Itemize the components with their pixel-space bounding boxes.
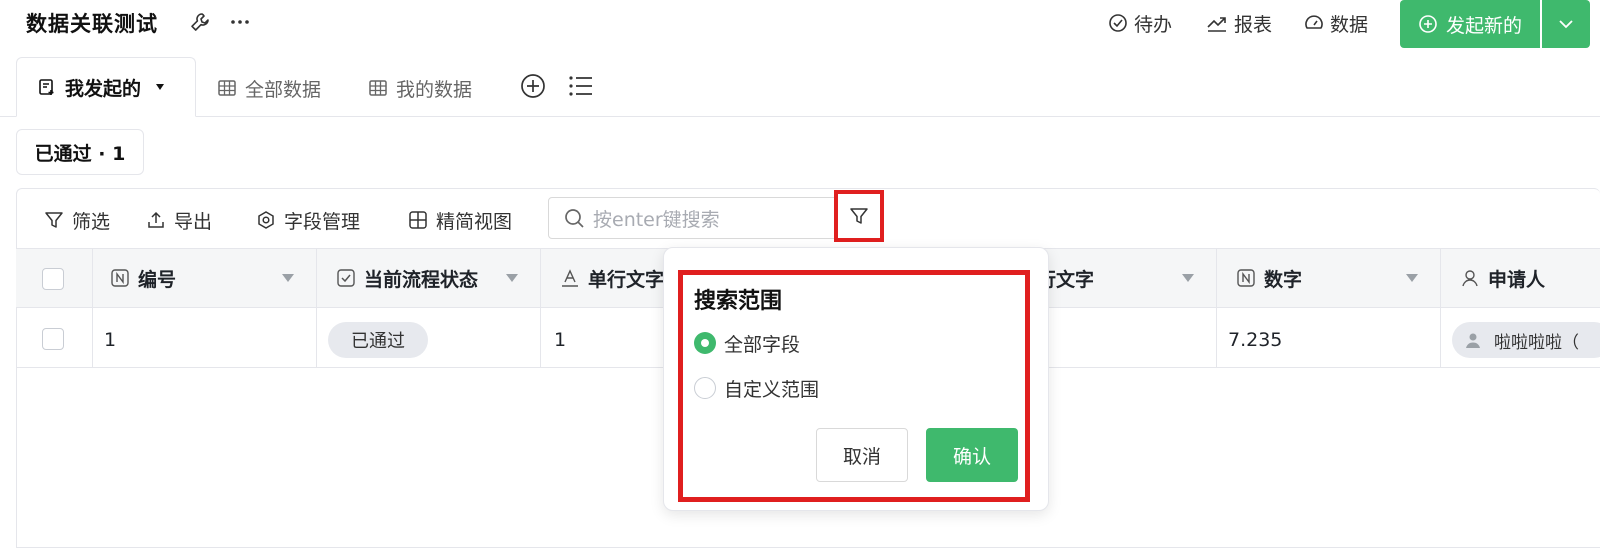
text-icon bbox=[560, 268, 580, 288]
caret-down-icon[interactable] bbox=[506, 274, 518, 282]
row-checkbox[interactable] bbox=[42, 328, 64, 350]
settings-hex-icon bbox=[256, 210, 276, 230]
tab-label: 我发起的 bbox=[65, 77, 142, 100]
dashboard-icon bbox=[1304, 13, 1324, 33]
new-submission-button[interactable]: 发起新的 bbox=[1400, 0, 1540, 48]
header-link-label: 报表 bbox=[1234, 13, 1273, 36]
filter-icon bbox=[849, 206, 869, 226]
new-submission-dropdown-button[interactable] bbox=[1542, 0, 1590, 48]
trend-chart-icon bbox=[1206, 13, 1228, 33]
export-label: 导出 bbox=[174, 210, 213, 233]
cell-id: 1 bbox=[104, 329, 117, 351]
column-header-flow-status[interactable]: 当前流程状态 bbox=[336, 262, 478, 294]
filter-label: 筛选 bbox=[72, 210, 111, 233]
button-divider bbox=[1540, 0, 1542, 48]
search-placeholder: 按enter键搜索 bbox=[593, 208, 720, 231]
header-link-label: 数据 bbox=[1330, 13, 1369, 36]
column-divider bbox=[92, 248, 93, 368]
header-link-label: 待办 bbox=[1134, 13, 1173, 36]
scope-option-custom[interactable]: 自定义范围 bbox=[694, 373, 819, 403]
tab-my-submissions[interactable]: 我发起的 bbox=[16, 57, 196, 117]
table-icon bbox=[368, 78, 388, 98]
status-badge: 已通过 bbox=[328, 322, 428, 358]
number-icon bbox=[110, 268, 130, 288]
radio-label: 全部字段 bbox=[724, 333, 801, 356]
search-icon bbox=[563, 207, 585, 229]
column-divider bbox=[1440, 248, 1441, 368]
new-submission-label: 发起新的 bbox=[1445, 14, 1522, 37]
caret-down-icon[interactable] bbox=[1182, 274, 1194, 282]
chevron-down-icon bbox=[1556, 14, 1576, 34]
caret-down-icon[interactable] bbox=[1406, 274, 1418, 282]
wrench-icon[interactable] bbox=[188, 10, 212, 34]
column-divider bbox=[540, 248, 541, 368]
radio-button[interactable] bbox=[694, 377, 716, 399]
status-filter-chip[interactable]: 已通过 · 1 bbox=[16, 129, 144, 175]
check-circle-icon bbox=[1108, 13, 1128, 33]
cancel-button[interactable]: 取消 bbox=[816, 428, 908, 482]
confirm-button[interactable]: 确认 bbox=[926, 428, 1018, 482]
form-edit-icon bbox=[37, 77, 57, 97]
header-link-data[interactable]: 数据 bbox=[1304, 8, 1368, 38]
filter-icon bbox=[44, 210, 64, 230]
tab-bar-divider bbox=[0, 116, 1600, 117]
column-divider bbox=[1216, 248, 1217, 368]
popover-title: 搜索范围 bbox=[694, 289, 783, 314]
filter-button[interactable]: 筛选 bbox=[44, 204, 110, 236]
column-header-id[interactable]: 编号 bbox=[110, 262, 176, 294]
export-button[interactable]: 导出 bbox=[146, 204, 212, 236]
tab-label: 全部数据 bbox=[245, 78, 322, 101]
tab-all-data[interactable]: 全部数据 bbox=[217, 72, 321, 104]
upload-icon bbox=[146, 210, 166, 230]
tab-list-icon[interactable] bbox=[568, 74, 594, 98]
column-header-label: 编号 bbox=[138, 268, 177, 291]
caret-down-icon[interactable] bbox=[282, 274, 294, 282]
search-input[interactable]: 按enter键搜索 bbox=[548, 197, 838, 239]
app-title: 数据关联测试 bbox=[26, 12, 158, 36]
plus-circle-icon bbox=[1418, 14, 1438, 34]
compact-view-label: 精简视图 bbox=[436, 210, 513, 233]
table-icon bbox=[217, 78, 237, 98]
cell-number: 7.235 bbox=[1228, 329, 1283, 351]
field-management-label: 字段管理 bbox=[284, 210, 361, 233]
scope-option-all-fields[interactable]: 全部字段 bbox=[694, 328, 800, 358]
column-divider bbox=[316, 248, 317, 368]
header-link-todo[interactable]: 待办 bbox=[1108, 8, 1172, 38]
checkbox-icon bbox=[336, 268, 356, 288]
applicant-chip: 啦啦啦啦（ bbox=[1452, 322, 1600, 358]
radio-label: 自定义范围 bbox=[724, 378, 820, 401]
number-icon bbox=[1236, 268, 1256, 288]
search-scope-filter-button[interactable] bbox=[834, 190, 884, 242]
tab-label: 我的数据 bbox=[396, 78, 473, 101]
column-header-label: 数字 bbox=[1264, 268, 1303, 291]
add-tab-icon[interactable] bbox=[520, 73, 546, 99]
column-header-applicant[interactable]: 申请人 bbox=[1460, 262, 1545, 294]
more-icon[interactable] bbox=[228, 10, 252, 34]
person-icon bbox=[1460, 268, 1480, 288]
grid-icon bbox=[408, 210, 428, 230]
column-header-number[interactable]: 数字 bbox=[1236, 262, 1302, 294]
column-header-label: 单行文字 bbox=[588, 268, 665, 291]
caret-down-icon bbox=[155, 83, 165, 91]
compact-view-button[interactable]: 精简视图 bbox=[408, 204, 512, 236]
applicant-name: 啦啦啦啦（ bbox=[1494, 332, 1579, 353]
field-management-button[interactable]: 字段管理 bbox=[256, 204, 360, 236]
column-header-label: 当前流程状态 bbox=[364, 268, 479, 291]
select-all-checkbox[interactable] bbox=[42, 268, 64, 290]
header-link-report[interactable]: 报表 bbox=[1206, 8, 1272, 38]
column-header-single-text[interactable]: 单行文字 bbox=[560, 262, 664, 294]
radio-button[interactable] bbox=[694, 332, 716, 354]
avatar bbox=[1464, 331, 1482, 349]
tab-my-data[interactable]: 我的数据 bbox=[368, 72, 472, 104]
cell-single-text: 1 bbox=[554, 329, 567, 351]
column-header-label: 申请人 bbox=[1488, 268, 1546, 291]
